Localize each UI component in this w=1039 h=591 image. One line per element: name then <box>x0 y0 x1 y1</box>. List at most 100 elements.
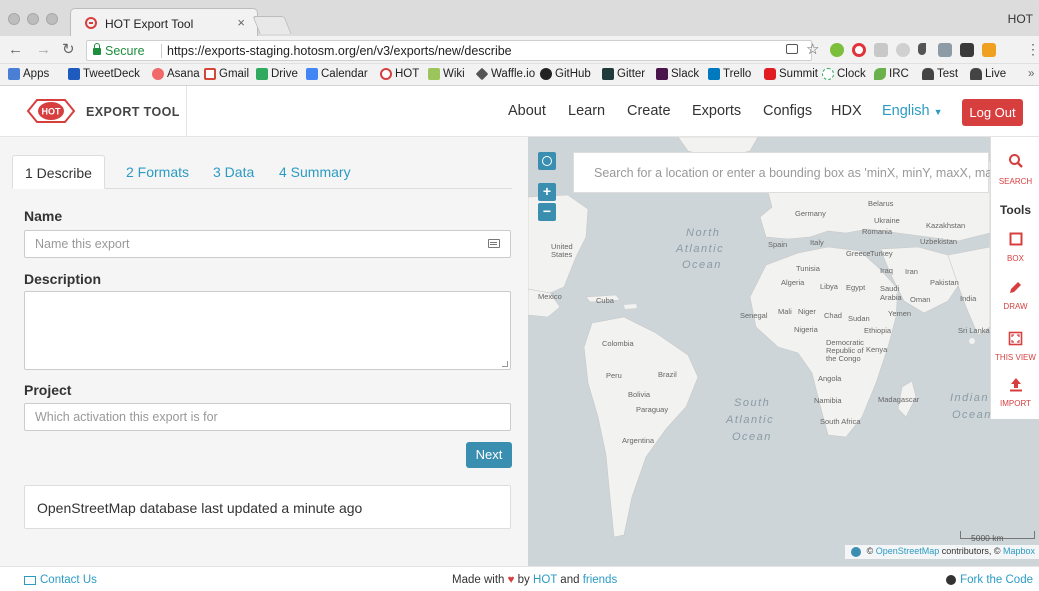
id-card-icon <box>488 239 500 248</box>
tool-draw[interactable]: DRAW <box>991 280 1039 320</box>
bookmark-calendar[interactable]: Calendar <box>306 68 368 80</box>
tab-close-icon[interactable]: × <box>237 15 245 30</box>
window-minimize-button[interactable] <box>27 13 39 25</box>
window-maximize-button[interactable] <box>46 13 58 25</box>
bookmark-gitter[interactable]: Gitter <box>602 68 645 80</box>
asana-icon <box>152 68 164 80</box>
nav-configs[interactable]: Configs <box>763 103 812 119</box>
bookmarks-overflow[interactable]: » <box>1028 68 1034 80</box>
nav-about[interactable]: About <box>508 103 546 119</box>
bookmark-test[interactable]: Test <box>922 68 958 80</box>
map-label-kenya: Kenya <box>866 345 888 354</box>
project-input[interactable]: Which activation this export is for <box>24 403 511 431</box>
bookmark-wiki[interactable]: Wiki <box>428 68 465 80</box>
tool-search[interactable]: SEARCH <box>991 153 1039 193</box>
map-label-iraq: Iraq <box>880 266 893 275</box>
opera-extension-icon[interactable] <box>852 43 866 57</box>
brand-title[interactable]: EXPORT TOOL <box>86 105 180 119</box>
bookmark-waffle[interactable]: Waffle.io <box>475 67 535 81</box>
zoom-out-button[interactable]: − <box>538 203 556 221</box>
bookmark-drive[interactable]: Drive <box>256 68 298 80</box>
map-label-argentina: Argentina <box>622 436 655 445</box>
github-icon <box>946 575 957 585</box>
map-label-madagascar: Madagascar <box>878 395 920 404</box>
extension-icon[interactable] <box>830 43 844 57</box>
bookmark-gmail[interactable]: Gmail <box>204 68 249 80</box>
map-label-turkey: Turkey <box>870 249 893 258</box>
tab-describe[interactable]: 1 Describe <box>12 155 105 189</box>
nav-hdx[interactable]: HDX <box>831 103 862 119</box>
new-tab-button[interactable] <box>252 16 292 34</box>
bookmark-asana[interactable]: Asana <box>152 68 200 80</box>
globe-button[interactable] <box>538 152 556 170</box>
tweetdeck-icon <box>68 68 80 80</box>
tab-formats[interactable]: 2 Formats <box>126 155 189 189</box>
map-label-niger: Niger <box>798 307 816 316</box>
bookmark-star-icon[interactable]: ☆ <box>806 40 819 58</box>
map-search-input[interactable]: Search for a location or enter a boundin… <box>573 152 1009 193</box>
bookmark-summit[interactable]: Summit <box>764 68 818 80</box>
tab-summary[interactable]: 4 Summary <box>279 155 351 189</box>
world-map[interactable] <box>528 137 1039 566</box>
ocean-label: Indian <box>950 392 989 404</box>
osm-status-text: OpenStreetMap database last updated a mi… <box>37 500 363 516</box>
extension-icon[interactable] <box>896 43 910 57</box>
nav-create[interactable]: Create <box>627 103 671 119</box>
url-field[interactable]: Secure https://exports-staging.hotosm.or… <box>86 40 812 61</box>
extension-icon[interactable] <box>938 43 952 57</box>
fork-code-link[interactable]: Fork the Code <box>946 574 1033 586</box>
made-with-text: Made with ♥ by HOT and friends <box>452 574 618 586</box>
attribution-mapbox-link[interactable]: Mapbox <box>1003 546 1035 556</box>
lock-icon <box>93 43 101 55</box>
menu-icon[interactable]: ⋮ <box>1026 41 1039 57</box>
bookmark-live[interactable]: Live <box>970 68 1006 80</box>
nav-learn[interactable]: Learn <box>568 103 605 119</box>
attribution-osm-link[interactable]: OpenStreetMap <box>876 546 940 556</box>
bookmark-hot[interactable]: HOT <box>380 68 419 80</box>
bookmark-trello[interactable]: Trello <box>708 68 751 80</box>
map-label-oman: Oman <box>910 295 931 304</box>
map-label-nigeria: Nigeria <box>794 325 818 334</box>
bookmark-slack[interactable]: Slack <box>656 68 699 80</box>
ocean-label: North <box>686 227 721 239</box>
extension-icon[interactable] <box>960 43 974 57</box>
nav-exports[interactable]: Exports <box>692 103 741 119</box>
contact-us-link[interactable]: Contact Us <box>24 574 97 586</box>
cast-icon[interactable] <box>786 44 798 54</box>
tool-box[interactable]: BOX <box>991 232 1039 272</box>
logout-button[interactable]: Log Out <box>962 99 1023 126</box>
phone-icon[interactable] <box>918 43 926 55</box>
reload-icon[interactable]: ↻ <box>62 42 75 58</box>
resize-handle-icon[interactable] <box>502 361 508 367</box>
name-input[interactable]: Name this export <box>24 230 511 258</box>
bookmark-clock[interactable]: Clock <box>822 68 866 80</box>
next-button[interactable]: Next <box>466 442 512 468</box>
language-dropdown[interactable]: English ▼ <box>882 103 943 119</box>
map-view[interactable]: + − Search for a location or enter a bou… <box>528 137 1039 566</box>
browser-tab[interactable]: HOT Export Tool × <box>70 8 258 36</box>
tool-import[interactable]: IMPORT <box>991 377 1039 417</box>
browser-profile[interactable]: HOT <box>1008 12 1033 26</box>
bookmark-github[interactable]: GitHub <box>540 68 591 80</box>
map-label-egypt: Egypt <box>846 283 866 292</box>
zoom-in-button[interactable]: + <box>538 183 556 201</box>
tool-this-view[interactable]: THIS VIEW <box>991 331 1039 371</box>
window-close-button[interactable] <box>8 13 20 25</box>
back-icon[interactable]: ← <box>8 42 23 58</box>
extension-icon[interactable] <box>874 43 888 57</box>
extension-icon[interactable] <box>982 43 996 57</box>
description-textarea[interactable] <box>24 291 511 370</box>
tool-search-label: SEARCH <box>998 177 1033 186</box>
forward-icon[interactable]: → <box>36 42 51 58</box>
bookmark-apps[interactable]: Apps <box>8 68 49 80</box>
bookmark-irc[interactable]: IRC <box>874 68 909 80</box>
bookmark-tweetdeck[interactable]: TweetDeck <box>68 68 140 80</box>
hot-logo[interactable]: HOT <box>26 98 76 124</box>
map-label-greece: Greece <box>846 249 871 258</box>
ocean-label: Ocean <box>952 409 992 421</box>
tab-data[interactable]: 3 Data <box>213 155 254 189</box>
friends-link[interactable]: friends <box>583 574 618 586</box>
osm-status-box: OpenStreetMap database last updated a mi… <box>24 485 511 529</box>
hot-link[interactable]: HOT <box>533 574 557 586</box>
trello-icon <box>708 68 720 80</box>
